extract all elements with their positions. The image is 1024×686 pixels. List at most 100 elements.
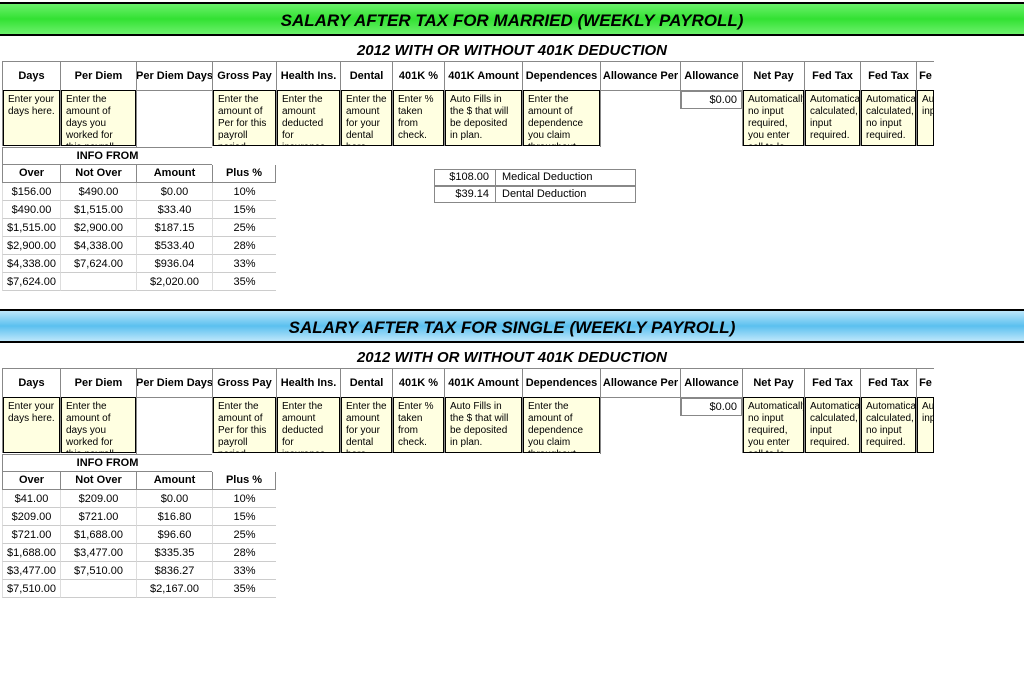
header-pddays: Per Diem Days [137,368,212,398]
note-netpay: Automatically no input required, you ent… [743,90,804,146]
note-k401p: Enter % taken from check. [393,90,444,146]
tax-cell: $335.35 [136,544,212,562]
col-fedpct: Fed TaxAutomatically calculated, no inpu… [860,368,916,453]
tax-cell: $209.00 [60,490,136,508]
tax-cell: $1,688.00 [60,526,136,544]
header-k401p: 401K % [393,61,444,91]
col-netpay: Net PayAutomatically no input required, … [742,61,804,146]
note-dep: Enter the amount of dependence you claim… [523,397,600,453]
note-k401p: Enter % taken from check. [393,397,444,453]
col-perdiem: Per DiemEnter the amount of days you wor… [60,61,136,146]
note-fedamt: Automatically calculated, input required… [805,90,860,146]
tax-header-cell: Amount [136,472,212,490]
deduction-label: Medical Deduction [496,169,636,186]
header-netpay: Net Pay [743,61,804,91]
header-days: Days [3,368,60,398]
tax-cell: $3,477.00 [60,544,136,562]
tax-header-cell: Not Over [60,472,136,490]
header-pddays: Per Diem Days [137,61,212,91]
tax-cell: 25% [212,219,276,237]
col-fedpct: Fed TaxAutomatically calculated, no inpu… [860,61,916,146]
section-subtitle: 2012 WITH OR WITHOUT 401K DEDUCTION [0,42,1024,59]
col-fe: FeAut inpu [916,368,934,453]
tax-header-cell: Plus % [212,165,276,183]
info-bar: INFO FROM [2,147,212,165]
header-gross: Gross Pay [213,61,276,91]
tax-cell: $209.00 [2,508,60,526]
header-dental: Dental [341,368,392,398]
tax-cell: $96.60 [136,526,212,544]
tax-cell: $16.80 [136,508,212,526]
allowance-value[interactable]: $0.00 [681,91,742,109]
tax-cell [60,273,136,291]
tax-cell: $0.00 [136,490,212,508]
col-gross: Gross PayEnter the amount of Per for thi… [212,61,276,146]
note-fe: Aut inpu [917,90,934,146]
col-netpay: Net PayAutomatically no input required, … [742,368,804,453]
note-fedpct: Automatically calculated, no input requi… [861,397,916,453]
tax-cell: $533.40 [136,237,212,255]
tax-header-cell: Over [2,472,60,490]
tax-cell: $1,515.00 [60,201,136,219]
header-k401a: 401K Amount [445,61,522,91]
col-allowper: Allowance Per [600,368,680,454]
note-gross: Enter the amount of Per for this payroll… [213,397,276,453]
col-dep: DependencesEnter the amount of dependenc… [522,368,600,453]
header-fedamt: Fed Tax [805,61,860,91]
tax-bracket-table: OverNot OverAmountPlus %$41.00$209.00$0.… [2,472,276,598]
header-days: Days [3,61,60,91]
info-bar: INFO FROM [2,454,212,472]
section-banner: SALARY AFTER TAX FOR SINGLE (WEEKLY PAYR… [0,309,1024,343]
note-dep: Enter the amount of dependence you claim… [523,90,600,146]
header-dental: Dental [341,61,392,91]
tax-cell: 35% [212,580,276,598]
note-dental: Enter the amount for your dental here. [341,397,392,453]
col-k401a: 401K AmountAuto Fills in the $ that will… [444,368,522,453]
col-gross: Gross PayEnter the amount of Per for thi… [212,368,276,453]
header-allowper: Allowance Per [601,61,680,91]
tax-cell: $721.00 [2,526,60,544]
note-days: Enter your days here. [3,90,60,146]
note-netpay: Automatically no input required, you ent… [743,397,804,453]
tax-cell: $33.40 [136,201,212,219]
tax-cell: $2,167.00 [136,580,212,598]
tax-cell: $2,900.00 [2,237,60,255]
header-perdiem: Per Diem [61,61,136,91]
header-netpay: Net Pay [743,368,804,398]
header-fe: Fe [917,61,934,91]
header-fedpct: Fed Tax [861,368,916,398]
tax-header-cell: Amount [136,165,212,183]
tax-header-cell: Plus % [212,472,276,490]
note-health: Enter the amount deducted for insurance … [277,90,340,146]
deduction-amount: $39.14 [434,186,496,203]
tax-cell: 33% [212,255,276,273]
col-pddays: Per Diem Days [136,368,212,454]
section-banner: SALARY AFTER TAX FOR MARRIED (WEEKLY PAY… [0,2,1024,36]
col-health: Health Ins.Enter the amount deducted for… [276,61,340,146]
tax-cell: 15% [212,201,276,219]
header-k401p: 401K % [393,368,444,398]
tax-bracket-table: OverNot OverAmountPlus %$156.00$490.00$0… [2,165,276,291]
tax-cell: $7,624.00 [2,273,60,291]
tax-cell: $156.00 [2,183,60,201]
header-fedpct: Fed Tax [861,61,916,91]
tax-cell: 35% [212,273,276,291]
tax-cell: 25% [212,526,276,544]
note-perdiem: Enter the amount of days you worked for … [61,397,136,453]
header-perdiem: Per Diem [61,368,136,398]
section-subtitle: 2012 WITH OR WITHOUT 401K DEDUCTION [0,349,1024,366]
tax-cell: $2,020.00 [136,273,212,291]
note-k401a: Auto Fills in the $ that will be deposit… [445,90,522,146]
note-health: Enter the amount deducted for insurance … [277,397,340,453]
note-dental: Enter the amount for your dental here. [341,90,392,146]
tax-cell: 10% [212,183,276,201]
col-dental: DentalEnter the amount for your dental h… [340,368,392,453]
data-grid: DaysEnter your days here.Per DiemEnter t… [2,368,1024,602]
allowance-value[interactable]: $0.00 [681,398,742,416]
header-dep: Dependences [523,368,600,398]
col-k401p: 401K %Enter % taken from check. [392,61,444,146]
note-fe: Aut inpu [917,397,934,453]
header-dep: Dependences [523,61,600,91]
tax-cell: $4,338.00 [2,255,60,273]
col-fedamt: Fed TaxAutomatically calculated, input r… [804,61,860,146]
